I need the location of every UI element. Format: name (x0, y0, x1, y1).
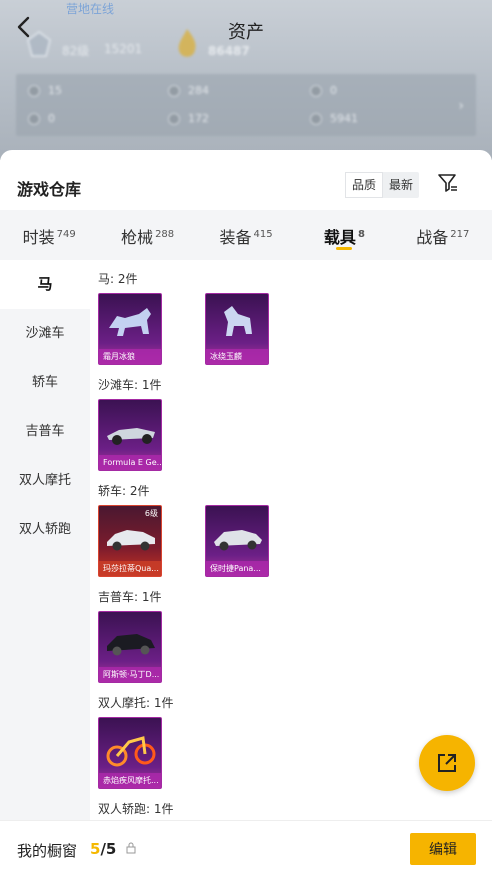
gold-coin-icon (310, 84, 322, 97)
showcase-bar: 我的橱窗 5/5 编辑 (0, 820, 492, 876)
maserati-car-icon (107, 530, 155, 551)
player-coins: 15201 (104, 42, 143, 56)
vehicle-card[interactable]: 阿斯顿·马丁D... (98, 611, 162, 683)
ice-wolf-icon (109, 308, 151, 336)
sidebar-item-buggy[interactable]: 沙滩车 (0, 309, 90, 358)
gear-coin-icon (168, 84, 180, 97)
showcase-count: 5/5 (90, 840, 117, 858)
vehicle-card[interactable]: 赤焰疾风摩托... (98, 717, 162, 789)
stat-item: 172 (168, 112, 209, 125)
vehicle-card[interactable]: Formula E Ge... (98, 399, 162, 471)
ticket-icon (28, 84, 40, 97)
vehicle-card[interactable]: 6级 玛莎拉蒂Qua... (98, 505, 162, 577)
header-background: 营地在线 82级 15201 86487 资产 15 284 0 0 172 5… (0, 0, 492, 160)
sidebar-item-two-seat-motorcycle[interactable]: 双人摩托 (0, 456, 90, 505)
warehouse-title: 游戏仓库 (17, 180, 82, 199)
tab-vehicles[interactable]: 载具 8 (295, 210, 393, 260)
warehouse-sheet: 游戏仓库 品质 最新 时装 749 枪械 288 装备 415 载具 8 战备 217 马… (0, 150, 492, 876)
share-external-icon (438, 754, 456, 772)
formula-car-icon (107, 428, 155, 445)
vehicle-card[interactable]: 保时捷Pana... (205, 505, 269, 577)
filter-icon[interactable] (437, 172, 459, 194)
gem-icon (28, 112, 40, 125)
chevron-right-icon: › (458, 98, 464, 114)
sidebar-item-horse[interactable]: 马 (0, 260, 90, 309)
tab-firearms[interactable]: 枪械 288 (98, 210, 196, 260)
silver-coin-icon (168, 112, 180, 125)
ice-qilin-icon (224, 306, 252, 336)
section-label-two-seat-motorcycle: 双人摩托: 1件 (98, 696, 174, 710)
sort-quality-option[interactable]: 品质 (345, 172, 384, 198)
currency-panel[interactable]: 15 284 0 0 172 5941 › (16, 74, 476, 136)
vehicle-card[interactable]: 冰绕玉麟 (205, 293, 269, 365)
tab-combat-supplies[interactable]: 战备 217 (394, 210, 492, 260)
aston-martin-car-icon (107, 634, 155, 656)
stat-item: 0 (310, 84, 337, 97)
bronze-coin-icon (310, 112, 322, 125)
sidebar-item-sedan[interactable]: 轿车 (0, 358, 90, 407)
section-label-buggy: 沙滩车: 1件 (98, 378, 162, 392)
share-button[interactable] (419, 735, 475, 791)
sort-toggle: 品质 最新 (345, 172, 420, 198)
edit-button[interactable]: 编辑 (410, 833, 476, 865)
tab-fashion[interactable]: 时装 749 (0, 210, 98, 260)
stat-item: 15 (28, 84, 62, 97)
page-title: 资产 (228, 22, 264, 43)
stat-item: 0 (28, 112, 55, 125)
lock-icon (126, 842, 136, 854)
sort-latest-option[interactable]: 最新 (383, 172, 419, 198)
stat-item: 284 (168, 84, 209, 97)
vehicle-type-sidebar: 马 沙滩车 轿车 吉普车 双人摩托 双人轿跑 (0, 260, 90, 820)
stat-item: 5941 (310, 112, 358, 125)
sidebar-item-jeep[interactable]: 吉普车 (0, 407, 90, 456)
tab-equipment[interactable]: 装备 415 (197, 210, 295, 260)
section-label-horse: 马: 2件 (98, 272, 138, 286)
section-label-jeep: 吉普车: 1件 (98, 590, 162, 604)
vehicle-list: 马: 2件 霜月冰狼 冰绕玉麟 沙滩车: 1件 Formula E Ge... … (90, 260, 492, 820)
showcase-label: 我的橱窗 (17, 842, 78, 860)
section-label-two-seat-coupe: 双人轿跑: 1件 (98, 802, 174, 816)
online-status: 营地在线 (66, 2, 115, 16)
section-label-sedan: 轿车: 2件 (98, 484, 150, 498)
sidebar-item-two-seat-coupe[interactable]: 双人轿跑 (0, 505, 90, 554)
asset-value: 86487 (208, 44, 250, 58)
category-tabs: 时装 749 枪械 288 装备 415 载具 8 战备 217 (0, 210, 492, 260)
flame-motorcycle-icon (106, 736, 156, 767)
porsche-car-icon (214, 530, 262, 551)
vehicle-card[interactable]: 霜月冰狼 (98, 293, 162, 365)
player-level: 82级 (62, 44, 90, 58)
